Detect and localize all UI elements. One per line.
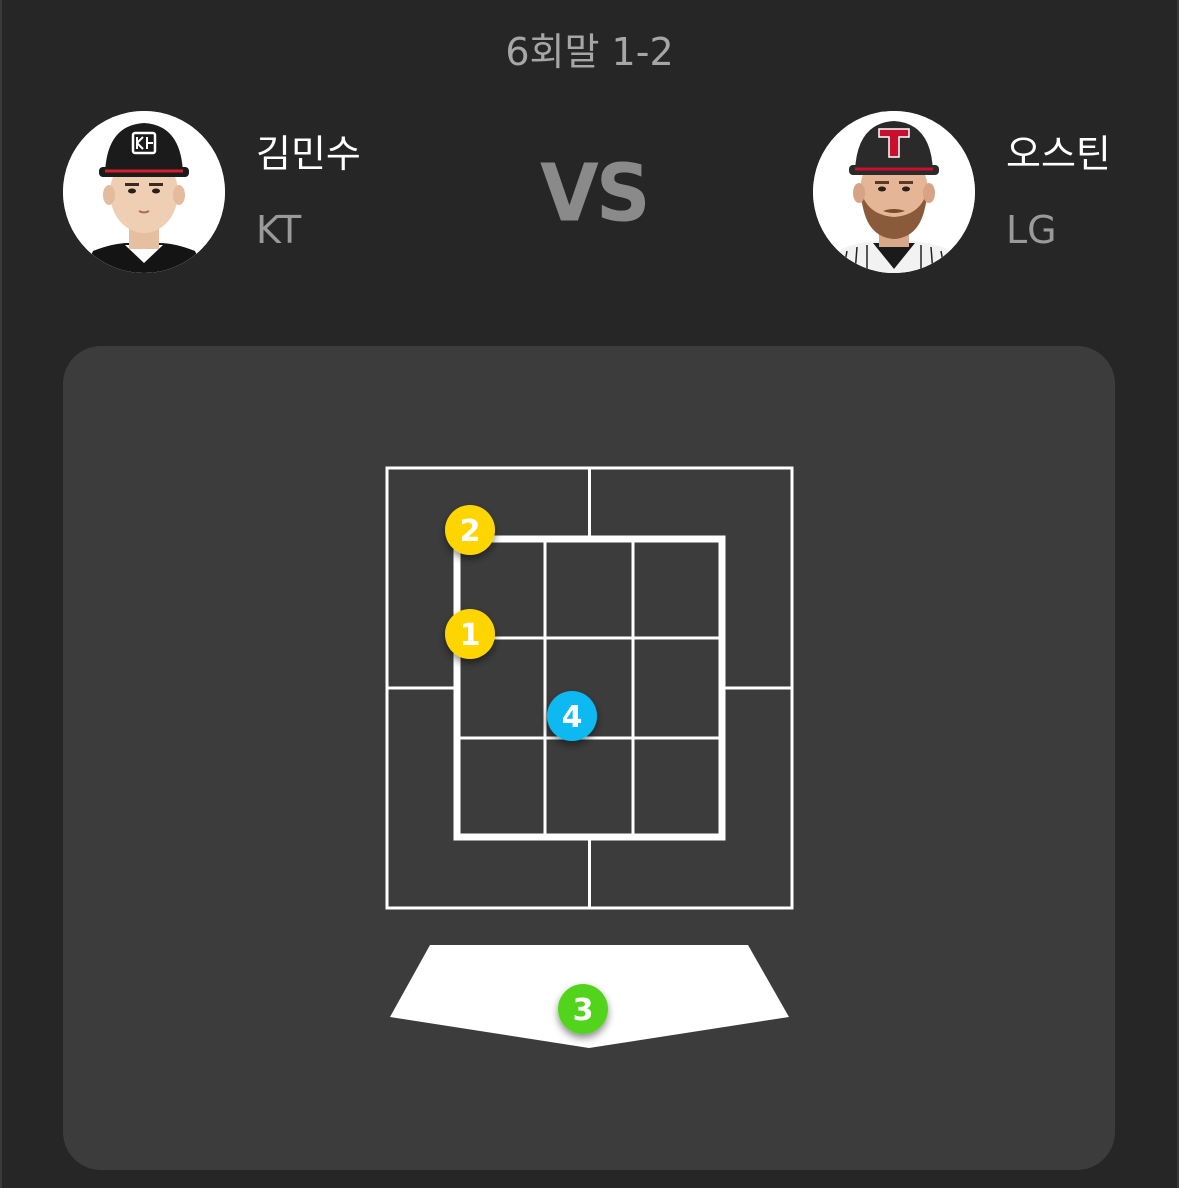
pitch-marker-number: 1 bbox=[460, 618, 481, 653]
pitch-marker-number: 2 bbox=[460, 514, 481, 549]
pitch-marker-1[interactable]: 1 bbox=[445, 609, 495, 659]
pitch-marker-2[interactable]: 2 bbox=[445, 505, 495, 555]
pitch-location-chart: 1 2 3 4 bbox=[385, 466, 794, 1048]
strike-zone bbox=[453, 535, 726, 841]
pitch-marker-number: 3 bbox=[573, 993, 594, 1028]
pitch-marker-number: 4 bbox=[562, 700, 583, 735]
pitch-marker-3[interactable]: 3 bbox=[558, 984, 608, 1034]
pitch-marker-4[interactable]: 4 bbox=[547, 691, 597, 741]
